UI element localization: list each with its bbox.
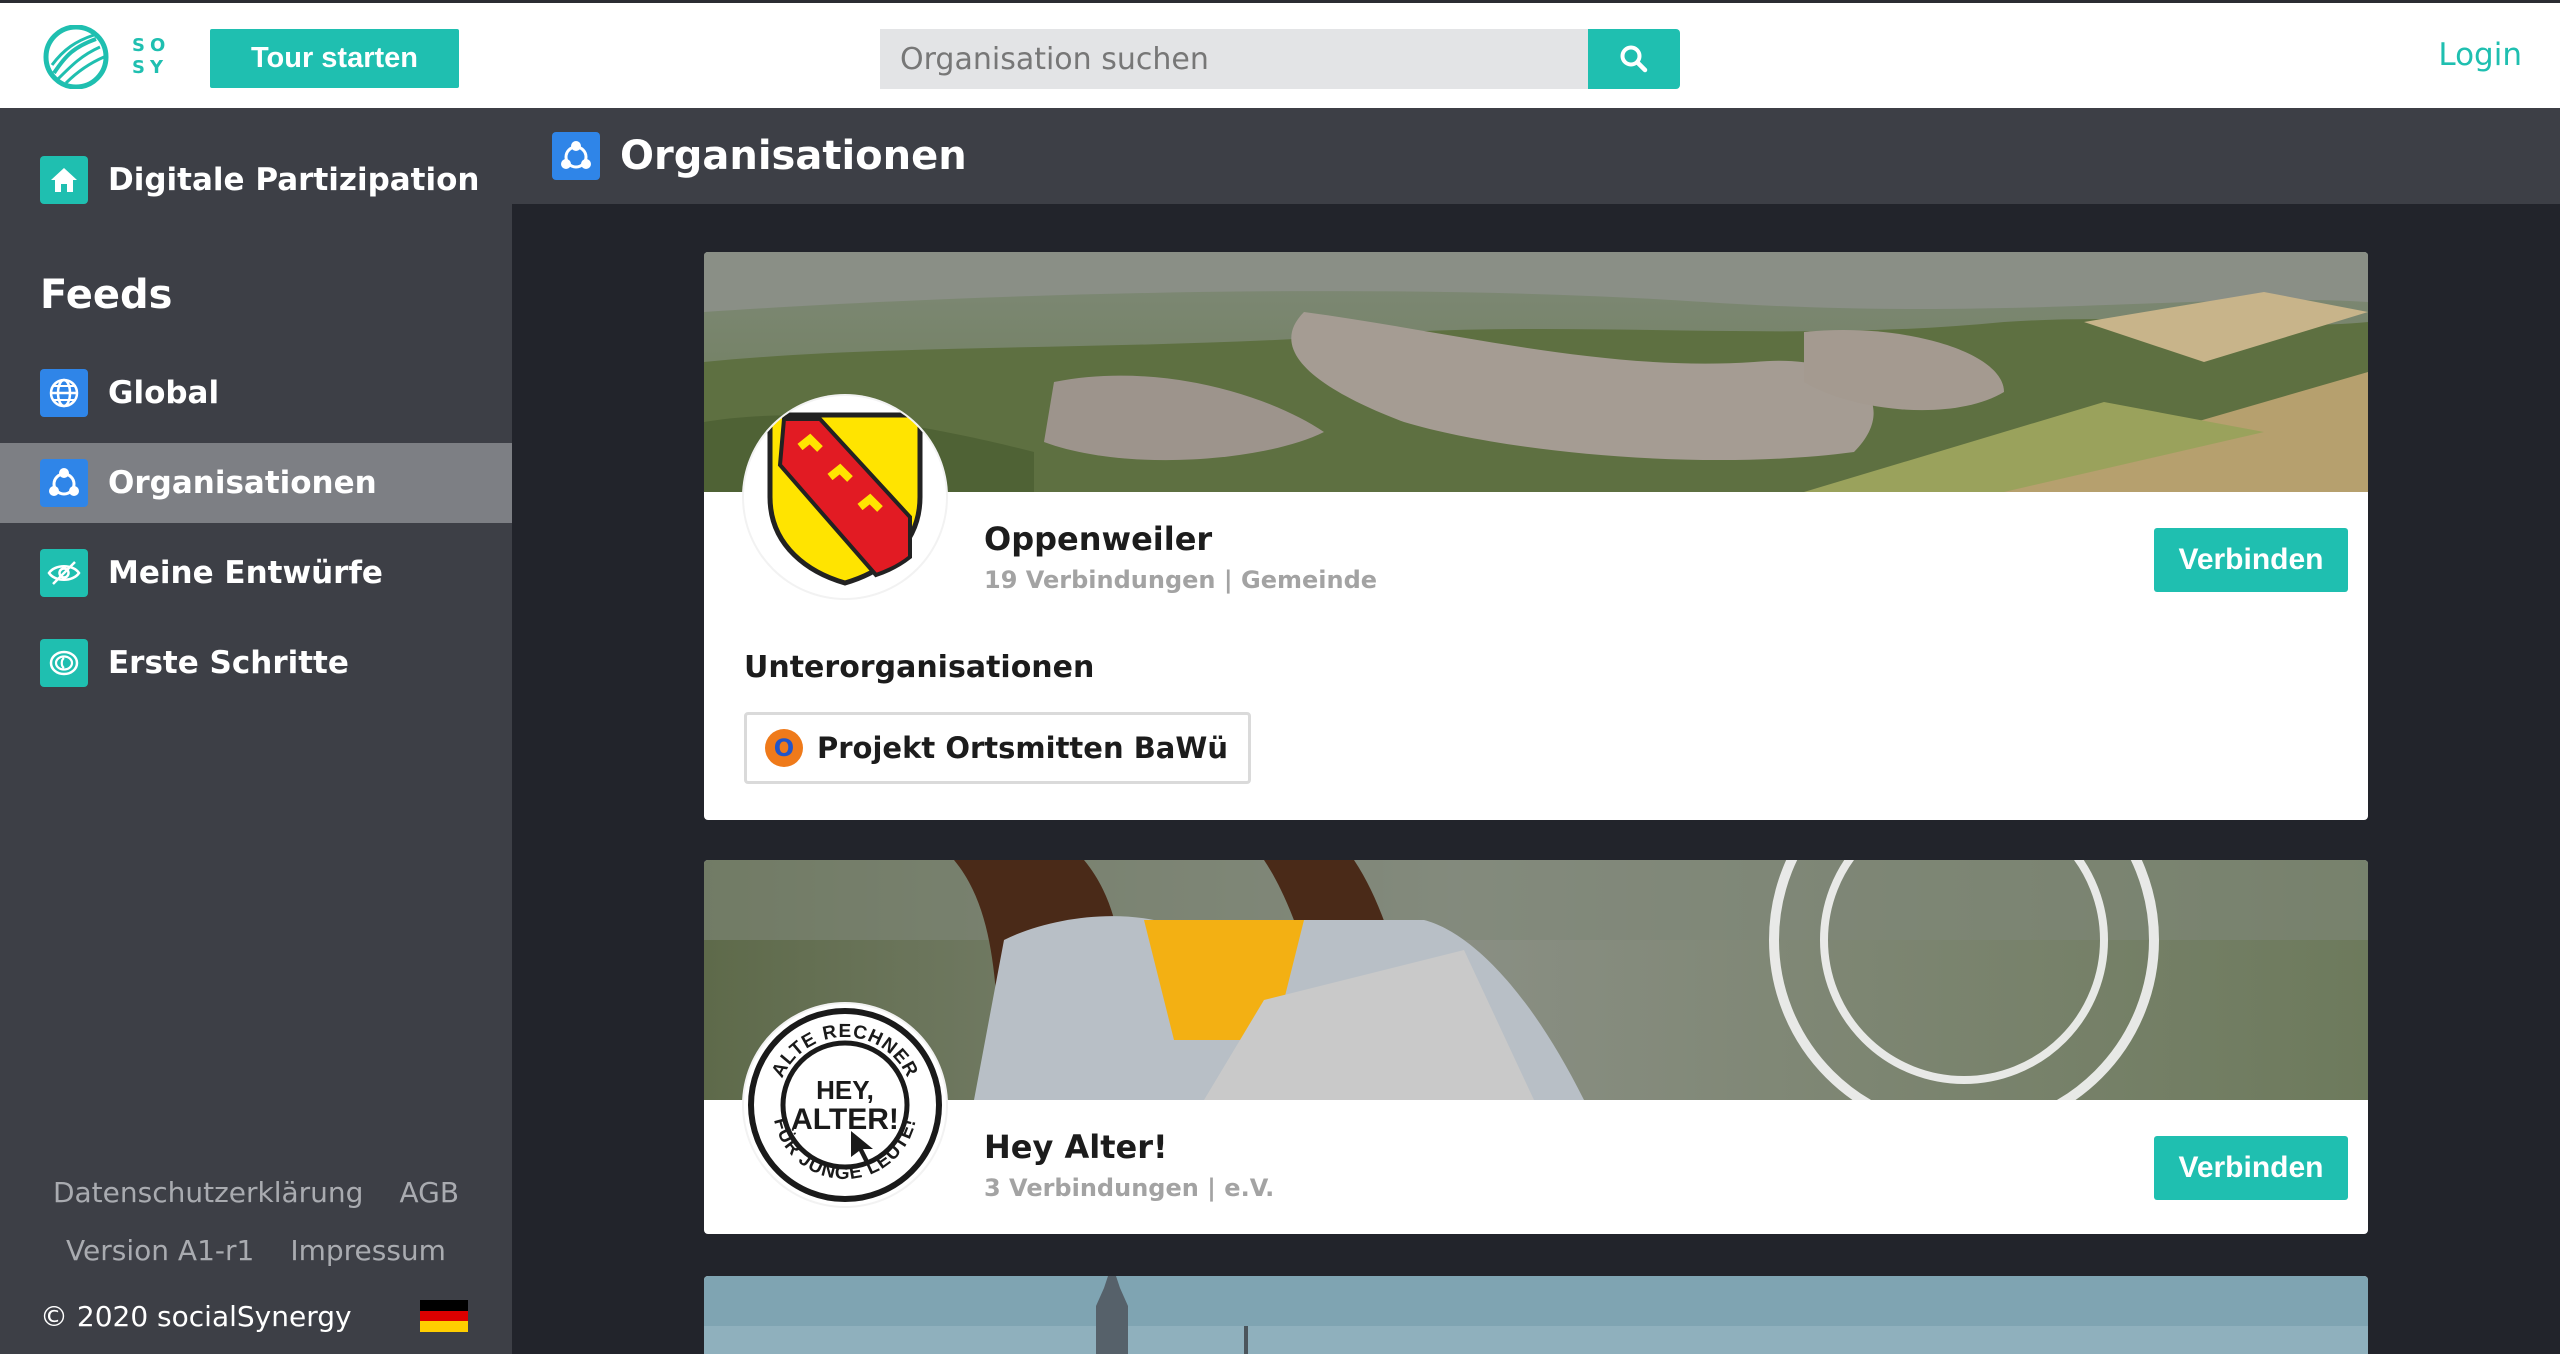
logo-letter: S	[132, 35, 146, 56]
banner-image	[704, 252, 2368, 492]
sidebar-item-label: Global	[108, 375, 220, 411]
sidebar-item-label: Erste Schritte	[108, 645, 349, 681]
sidebar-item-global[interactable]: Global	[0, 353, 512, 433]
logo-text-mid: ALTER!	[791, 1103, 899, 1136]
sidebar-item-entwuerfe[interactable]: Meine Entwürfe	[0, 533, 512, 613]
sidebar-item-label: Digitale Partizipation	[108, 162, 480, 198]
hey-alter-logo: ALTE RECHNER FÜR JUNGE LEUTE! HEY, ALTER…	[748, 1008, 942, 1202]
logo-icon	[43, 25, 109, 89]
suborganisations-heading: Unterorganisationen	[744, 650, 1095, 685]
login-link[interactable]: Login	[2438, 37, 2522, 73]
suborganisation-chip[interactable]: O Projekt Ortsmitten BaWü	[744, 712, 1252, 784]
sidebar: Digitale Partizipation Feeds Global Orga…	[0, 108, 512, 1354]
page-title: Organisationen	[620, 133, 967, 179]
logo-text-mid: HEY,	[816, 1075, 874, 1105]
organisation-icon	[40, 459, 88, 507]
suborganisation-avatar: O	[765, 729, 803, 767]
terms-link[interactable]: AGB	[399, 1176, 459, 1209]
top-bar: S O S Y Tour starten Organisation suchen…	[0, 0, 2560, 108]
banner-image	[704, 860, 2368, 1100]
imprint-link[interactable]: Impressum	[290, 1234, 446, 1267]
search-input[interactable]: Organisation suchen	[880, 29, 1588, 89]
organisation-avatar: ALTE RECHNER FÜR JUNGE LEUTE! HEY, ALTER…	[744, 1004, 946, 1206]
globe-icon	[40, 369, 88, 417]
version-label: Version A1-r1	[66, 1234, 255, 1267]
footer-links-row: Version A1-r1 Impressum	[0, 1234, 512, 1267]
sidebar-item-label: Meine Entwürfe	[108, 555, 383, 591]
connect-button[interactable]: Verbinden	[2154, 1136, 2348, 1200]
feeds-heading: Feeds	[40, 272, 173, 318]
logo-letter: Y	[150, 57, 165, 78]
organisation-card[interactable]	[704, 1276, 2368, 1354]
organisation-card[interactable]: ALTE RECHNER FÜR JUNGE LEUTE! HEY, ALTER…	[704, 860, 2368, 1234]
coat-of-arms-icon	[767, 412, 923, 586]
german-flag-icon[interactable]	[420, 1300, 468, 1333]
organisation-icon	[552, 132, 600, 180]
organisation-name[interactable]: Hey Alter!	[984, 1128, 1168, 1166]
organisation-name[interactable]: Oppenweiler	[984, 520, 1212, 558]
privacy-link[interactable]: Datenschutzerklärung	[53, 1176, 364, 1209]
sidebar-item-organisationen[interactable]: Organisationen	[0, 443, 512, 523]
fingerprint-icon	[40, 639, 88, 687]
organisation-meta: 3 Verbindungen | e.V.	[984, 1174, 1275, 1202]
logo[interactable]: S O S Y	[38, 25, 178, 89]
logo-letter: O	[150, 35, 167, 56]
copyright-text: © 2020 socialSynergy	[40, 1300, 352, 1333]
sidebar-item-home[interactable]: Digitale Partizipation	[0, 140, 512, 220]
organisation-meta: 19 Verbindungen | Gemeinde	[984, 566, 1378, 594]
logo-text: S O S Y	[132, 35, 168, 79]
sidebar-item-erste-schritte[interactable]: Erste Schritte	[0, 623, 512, 703]
suborganisation-name: Projekt Ortsmitten BaWü	[817, 731, 1229, 765]
eye-slash-icon	[40, 549, 88, 597]
organisation-card[interactable]: Oppenweiler 19 Verbindungen | Gemeinde V…	[704, 252, 2368, 820]
search-button[interactable]	[1588, 29, 1680, 89]
home-icon	[40, 156, 88, 204]
banner-image	[704, 1276, 2368, 1354]
tour-start-button[interactable]: Tour starten	[210, 29, 459, 88]
search-icon	[1620, 45, 1648, 73]
organisation-avatar	[744, 396, 946, 598]
sidebar-item-label: Organisationen	[108, 465, 377, 501]
page-header: Organisationen	[512, 108, 2560, 204]
connect-button[interactable]: Verbinden	[2154, 528, 2348, 592]
logo-letter: S	[132, 57, 146, 78]
search-bar: Organisation suchen	[880, 29, 1680, 89]
footer-links-row: Datenschutzerklärung AGB	[0, 1176, 512, 1209]
